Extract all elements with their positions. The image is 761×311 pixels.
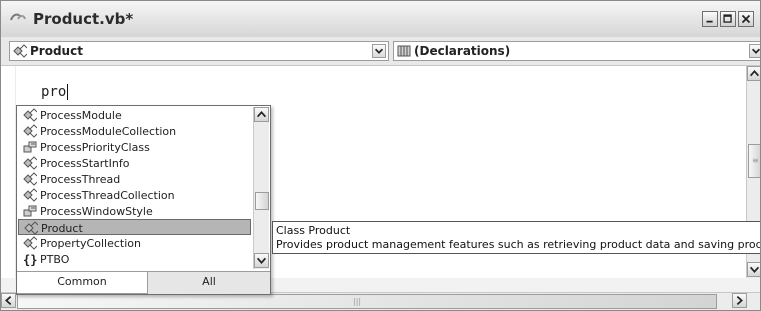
chevron-down-icon: [256, 257, 267, 264]
declarations-icon: [397, 45, 411, 57]
completion-tabs: Common All: [17, 271, 270, 294]
scroll-down-button[interactable]: [747, 262, 760, 277]
completion-scrollbar[interactable]: [253, 107, 269, 269]
completion-item[interactable]: {} PTBO: [18, 251, 251, 267]
completion-item-label: ProcessStartInfo: [40, 157, 130, 170]
minimize-button[interactable]: [702, 11, 718, 27]
tab-common[interactable]: Common: [17, 272, 148, 294]
scroll-thumb[interactable]: ≡: [748, 144, 760, 178]
close-button[interactable]: [738, 11, 754, 27]
completion-item-label: ProcessThreadCollection: [40, 189, 175, 202]
close-icon: [741, 14, 751, 24]
completion-item[interactable]: ProcessModule: [18, 107, 251, 123]
class-combo-label: Product: [30, 44, 83, 58]
class-combo-dropdown-button[interactable]: [372, 44, 386, 58]
class-icon: [23, 124, 37, 138]
completion-scroll-down-button[interactable]: [254, 253, 269, 268]
minimize-icon: [706, 20, 713, 23]
class-name-combo[interactable]: Product: [9, 41, 389, 61]
enum-icon: [23, 141, 37, 153]
class-icon: [23, 156, 37, 170]
scroll-up-button[interactable]: [747, 66, 760, 81]
editor-gutter: [1, 66, 16, 278]
enum-icon: [23, 205, 37, 217]
completion-item-label: ProcessModule: [40, 109, 122, 122]
completion-item-label: Product: [41, 222, 83, 235]
completion-item[interactable]: ProcessModuleCollection: [18, 123, 251, 139]
completion-item[interactable]: ProcessPriorityClass: [18, 139, 251, 155]
class-icon: [23, 108, 37, 122]
window-title: Product.vb*: [33, 10, 134, 28]
tab-all[interactable]: All: [148, 272, 270, 294]
tooltip-signature: Class Product: [276, 224, 351, 237]
namespace-icon: {}: [23, 253, 37, 266]
completion-item[interactable]: ProcessStartInfo: [18, 155, 251, 171]
class-icon: [13, 44, 27, 58]
class-icon: [23, 236, 37, 250]
svg-text:{}: {}: [23, 253, 37, 266]
tooltip-description: Provides product management features suc…: [276, 238, 760, 251]
member-combo-dropdown-button[interactable]: [749, 44, 760, 58]
text-caret: [67, 84, 69, 100]
class-icon: [23, 188, 37, 202]
completion-item[interactable]: ProcessWindowStyle: [18, 203, 251, 219]
completion-items[interactable]: ProcessModule ProcessModuleCollection Proc…: [18, 107, 253, 269]
chevron-up-icon: [256, 111, 267, 118]
completion-item-label: ProcessWindowStyle: [40, 205, 153, 218]
completion-item-label: PropertyCollection: [40, 237, 141, 250]
intellisense-completion-list[interactable]: ProcessModule ProcessModuleCollection Proc…: [16, 105, 271, 295]
chevron-down-icon: [751, 48, 760, 54]
chevron-left-icon: [5, 295, 12, 306]
maximize-button[interactable]: [720, 11, 736, 27]
scroll-left-button[interactable]: [1, 293, 16, 308]
completion-item-label: ProcessThread: [40, 173, 121, 186]
code-text: pro: [41, 84, 67, 100]
thumb-grip: |||: [353, 297, 362, 306]
completion-scroll-thumb[interactable]: [255, 192, 269, 210]
vb-document-icon: [10, 13, 26, 21]
class-icon: [24, 221, 38, 235]
member-name-combo[interactable]: (Declarations): [393, 41, 760, 61]
code-navigation-bar: Product (Declarations): [1, 37, 760, 66]
completion-item[interactable]: ProcessThreadCollection: [18, 187, 251, 203]
completion-scroll-up-button[interactable]: [254, 107, 269, 122]
maximize-icon: [723, 14, 732, 23]
completion-item[interactable]: Product: [18, 219, 251, 235]
chevron-up-icon: [749, 70, 760, 77]
completion-item[interactable]: ProcessThread: [18, 171, 251, 187]
horizontal-scroll-thumb[interactable]: |||: [17, 294, 717, 309]
completion-item-label: ProcessPriorityClass: [40, 141, 150, 154]
class-icon: [23, 172, 37, 186]
thumb-grip: ≡: [752, 156, 759, 165]
quick-info-tooltip: Class Product Provides product managemen…: [272, 221, 760, 254]
member-combo-label: (Declarations): [414, 44, 511, 58]
chevron-right-icon: [736, 295, 743, 306]
editor-window: Product.vb* Product (Declarations) pro ≡…: [0, 0, 761, 311]
completion-item-label: ProcessModuleCollection: [40, 125, 177, 138]
completion-item-label: PTBO: [40, 253, 70, 266]
scroll-right-button[interactable]: [732, 293, 747, 308]
chevron-down-icon: [749, 266, 760, 273]
chevron-down-icon: [374, 48, 384, 54]
completion-item[interactable]: PropertyCollection: [18, 235, 251, 251]
title-bar: Product.vb*: [1, 1, 760, 38]
code-line[interactable]: pro: [41, 84, 69, 100]
